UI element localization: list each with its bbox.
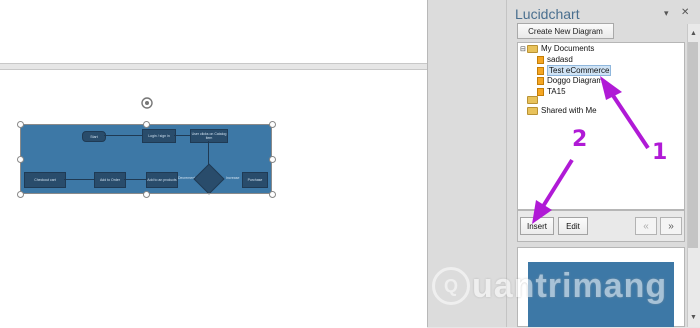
watermark: Q uantrimang [432,266,694,306]
annotation-number-2: 2 [572,127,588,152]
annotation-number-1: 1 [652,140,668,165]
watermark-text: uantrimang [472,266,668,305]
watermark-logo-icon: Q [432,267,470,305]
